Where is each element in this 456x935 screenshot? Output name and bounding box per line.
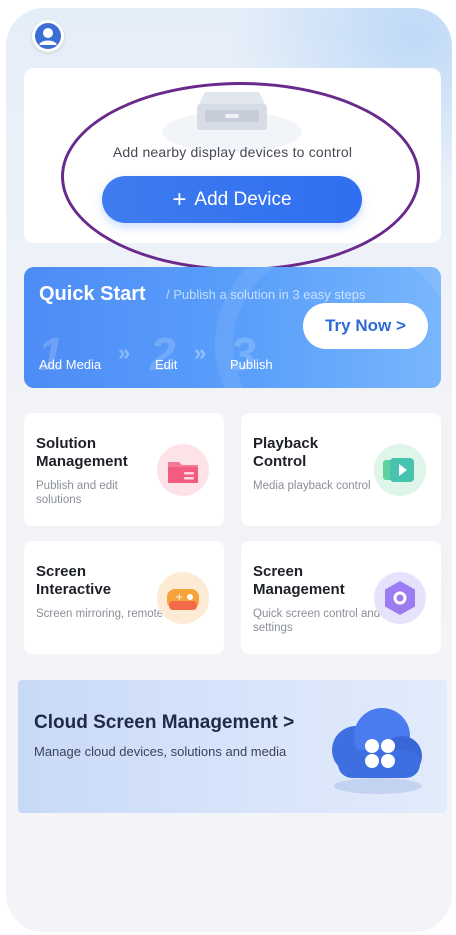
step-label: Publish: [230, 357, 273, 372]
cloud-icon: [332, 708, 422, 794]
play-icon: [374, 444, 426, 496]
chevron-right-icon: »: [118, 340, 131, 365]
profile-avatar-button[interactable]: [32, 20, 64, 52]
feature-title: Screen Interactive: [36, 563, 112, 598]
gamepad-icon: +: [157, 572, 209, 624]
add-device-label: Add Device: [194, 188, 292, 210]
solution-management-card[interactable]: Solution Management Publish and edit sol…: [24, 413, 224, 526]
playback-control-card[interactable]: Playback Control Media playback control: [241, 413, 441, 526]
feature-description: Publish and edit solutions: [36, 480, 118, 506]
screen-interactive-card[interactable]: Screen Interactive Screen mirroring, rem…: [24, 541, 224, 654]
step-number: 3: [230, 328, 256, 380]
display-device-icon: [162, 92, 302, 152]
plus-icon: +: [172, 185, 187, 213]
app-screen: Add nearby display devices to control + …: [6, 8, 452, 932]
add-device-prompt: Add nearby display devices to control: [112, 144, 353, 160]
feature-title: Screen Management: [253, 563, 345, 598]
step-number: 2: [150, 328, 176, 380]
quick-start-card[interactable]: Quick Start / Publish a solution in 3 ea…: [24, 267, 441, 388]
add-device-card: Add nearby display devices to control + …: [24, 68, 441, 243]
feature-description: Quick screen control and settings: [253, 608, 381, 634]
folder-icon: [157, 444, 209, 496]
step-label: Add Media: [39, 357, 102, 372]
feature-description: Media playback control: [253, 480, 371, 492]
feature-title: Playback Control: [253, 435, 319, 470]
add-device-button[interactable]: + Add Device: [102, 176, 362, 223]
cloud-title: Cloud Screen Management >: [34, 712, 295, 733]
cloud-description: Manage cloud devices, solutions and medi…: [34, 744, 287, 759]
step-label: Edit: [155, 357, 178, 372]
feature-title: Solution Management: [36, 435, 128, 470]
quick-start-subtitle: / Publish a solution in 3 easy steps: [166, 287, 366, 302]
cloud-screen-management-card[interactable]: Cloud Screen Management > Manage cloud d…: [18, 680, 447, 813]
user-icon: [35, 23, 61, 49]
svg-text:+: +: [175, 592, 183, 603]
hexagon-settings-icon: [374, 572, 426, 624]
screen-management-card[interactable]: Screen Management Quick screen control a…: [241, 541, 441, 654]
quick-start-title: Quick Start: [39, 283, 146, 305]
try-now-button[interactable]: Try Now >: [303, 303, 428, 349]
step-number: 1: [38, 328, 64, 380]
chevron-right-icon: »: [194, 340, 207, 365]
feature-description: Screen mirroring, remote: [36, 608, 164, 620]
